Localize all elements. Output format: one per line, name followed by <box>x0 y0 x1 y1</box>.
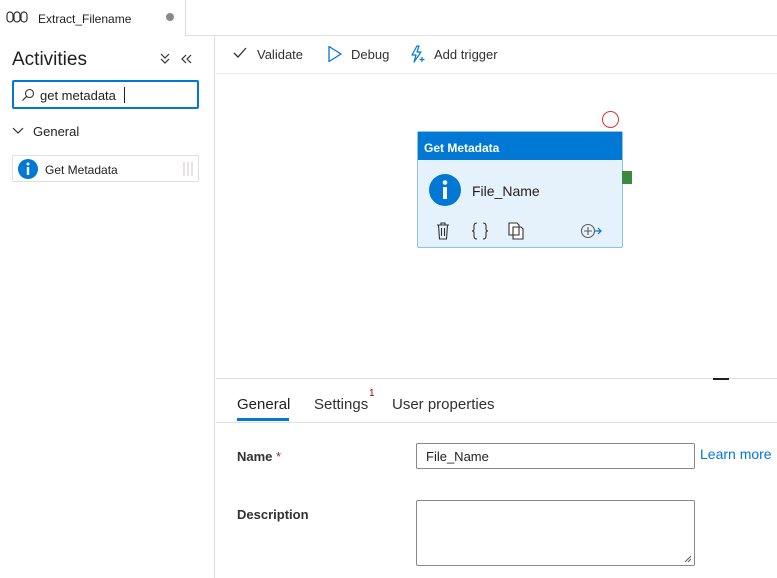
node-type-label: Get Metadata <box>424 141 500 155</box>
checkmark-icon <box>233 47 247 58</box>
copy-icon[interactable] <box>507 221 525 241</box>
resize-grip-icon[interactable] <box>684 555 692 563</box>
validate-button[interactable]: Validate <box>232 36 310 72</box>
code-icon[interactable] <box>471 221 489 241</box>
tab-title: Extract_Filename <box>38 12 132 26</box>
description-input[interactable] <box>416 500 695 566</box>
pipeline-icon <box>6 11 28 23</box>
activities-title: Activities <box>12 49 87 70</box>
search-icon <box>22 88 35 101</box>
activity-node-get-metadata[interactable]: Get Metadata File_Name <box>417 131 623 248</box>
validate-label: Validate <box>257 47 304 62</box>
name-input[interactable] <box>416 443 695 469</box>
info-icon <box>18 159 38 179</box>
node-name: File_Name <box>472 183 540 199</box>
pipeline-tab[interactable]: Extract_Filename <box>0 0 186 36</box>
tab-settings[interactable]: Settings <box>314 396 368 413</box>
play-icon <box>328 45 342 63</box>
modified-dot-icon[interactable] <box>166 13 174 21</box>
name-field-label: Name * <box>237 449 281 464</box>
add-trigger-label: Add trigger <box>434 47 498 62</box>
tab-general[interactable]: General <box>237 396 290 413</box>
description-field-label: Description <box>237 507 309 522</box>
pipeline-toolbar: Validate Debug Add trigger <box>216 36 777 74</box>
debug-label: Debug <box>351 47 390 62</box>
settings-error-badge: 1 <box>369 388 375 399</box>
chevron-down-icon <box>12 127 24 134</box>
add-trigger-button[interactable]: Add trigger <box>409 36 509 72</box>
activity-item-get-metadata[interactable]: Get Metadata <box>12 155 199 182</box>
properties-tabs: General Settings 1 User properties <box>216 380 777 423</box>
lightning-icon <box>411 45 425 63</box>
info-icon <box>429 174 461 206</box>
delete-icon[interactable] <box>435 221 451 241</box>
activity-label: Get Metadata <box>45 163 118 177</box>
name-label-text: Name <box>237 449 273 464</box>
search-input[interactable] <box>40 86 190 104</box>
double-chevron-left-icon[interactable] <box>179 51 193 67</box>
text-caret <box>124 87 125 103</box>
required-marker: * <box>276 449 282 464</box>
drag-handle-icon[interactable] <box>183 161 193 177</box>
learn-more-link[interactable]: Learn more <box>700 446 772 462</box>
pipeline-canvas[interactable]: Get Metadata File_Name <box>216 75 777 378</box>
panel-divider <box>216 378 777 379</box>
activities-search-box[interactable] <box>12 80 199 109</box>
tab-user-properties[interactable]: User properties <box>392 396 495 413</box>
node-header: Get Metadata <box>418 132 622 160</box>
group-label: General <box>33 124 80 139</box>
collapse-all-icon[interactable] <box>158 51 172 67</box>
success-output-port[interactable] <box>622 171 632 184</box>
failure-output-port[interactable] <box>602 111 619 128</box>
active-tab-indicator <box>237 418 289 421</box>
debug-button[interactable]: Debug <box>327 36 397 72</box>
document-tab-bar: Extract_Filename <box>0 0 777 36</box>
activities-panel: Activities General Get Metadata <box>0 36 215 578</box>
add-output-icon[interactable] <box>580 221 602 241</box>
